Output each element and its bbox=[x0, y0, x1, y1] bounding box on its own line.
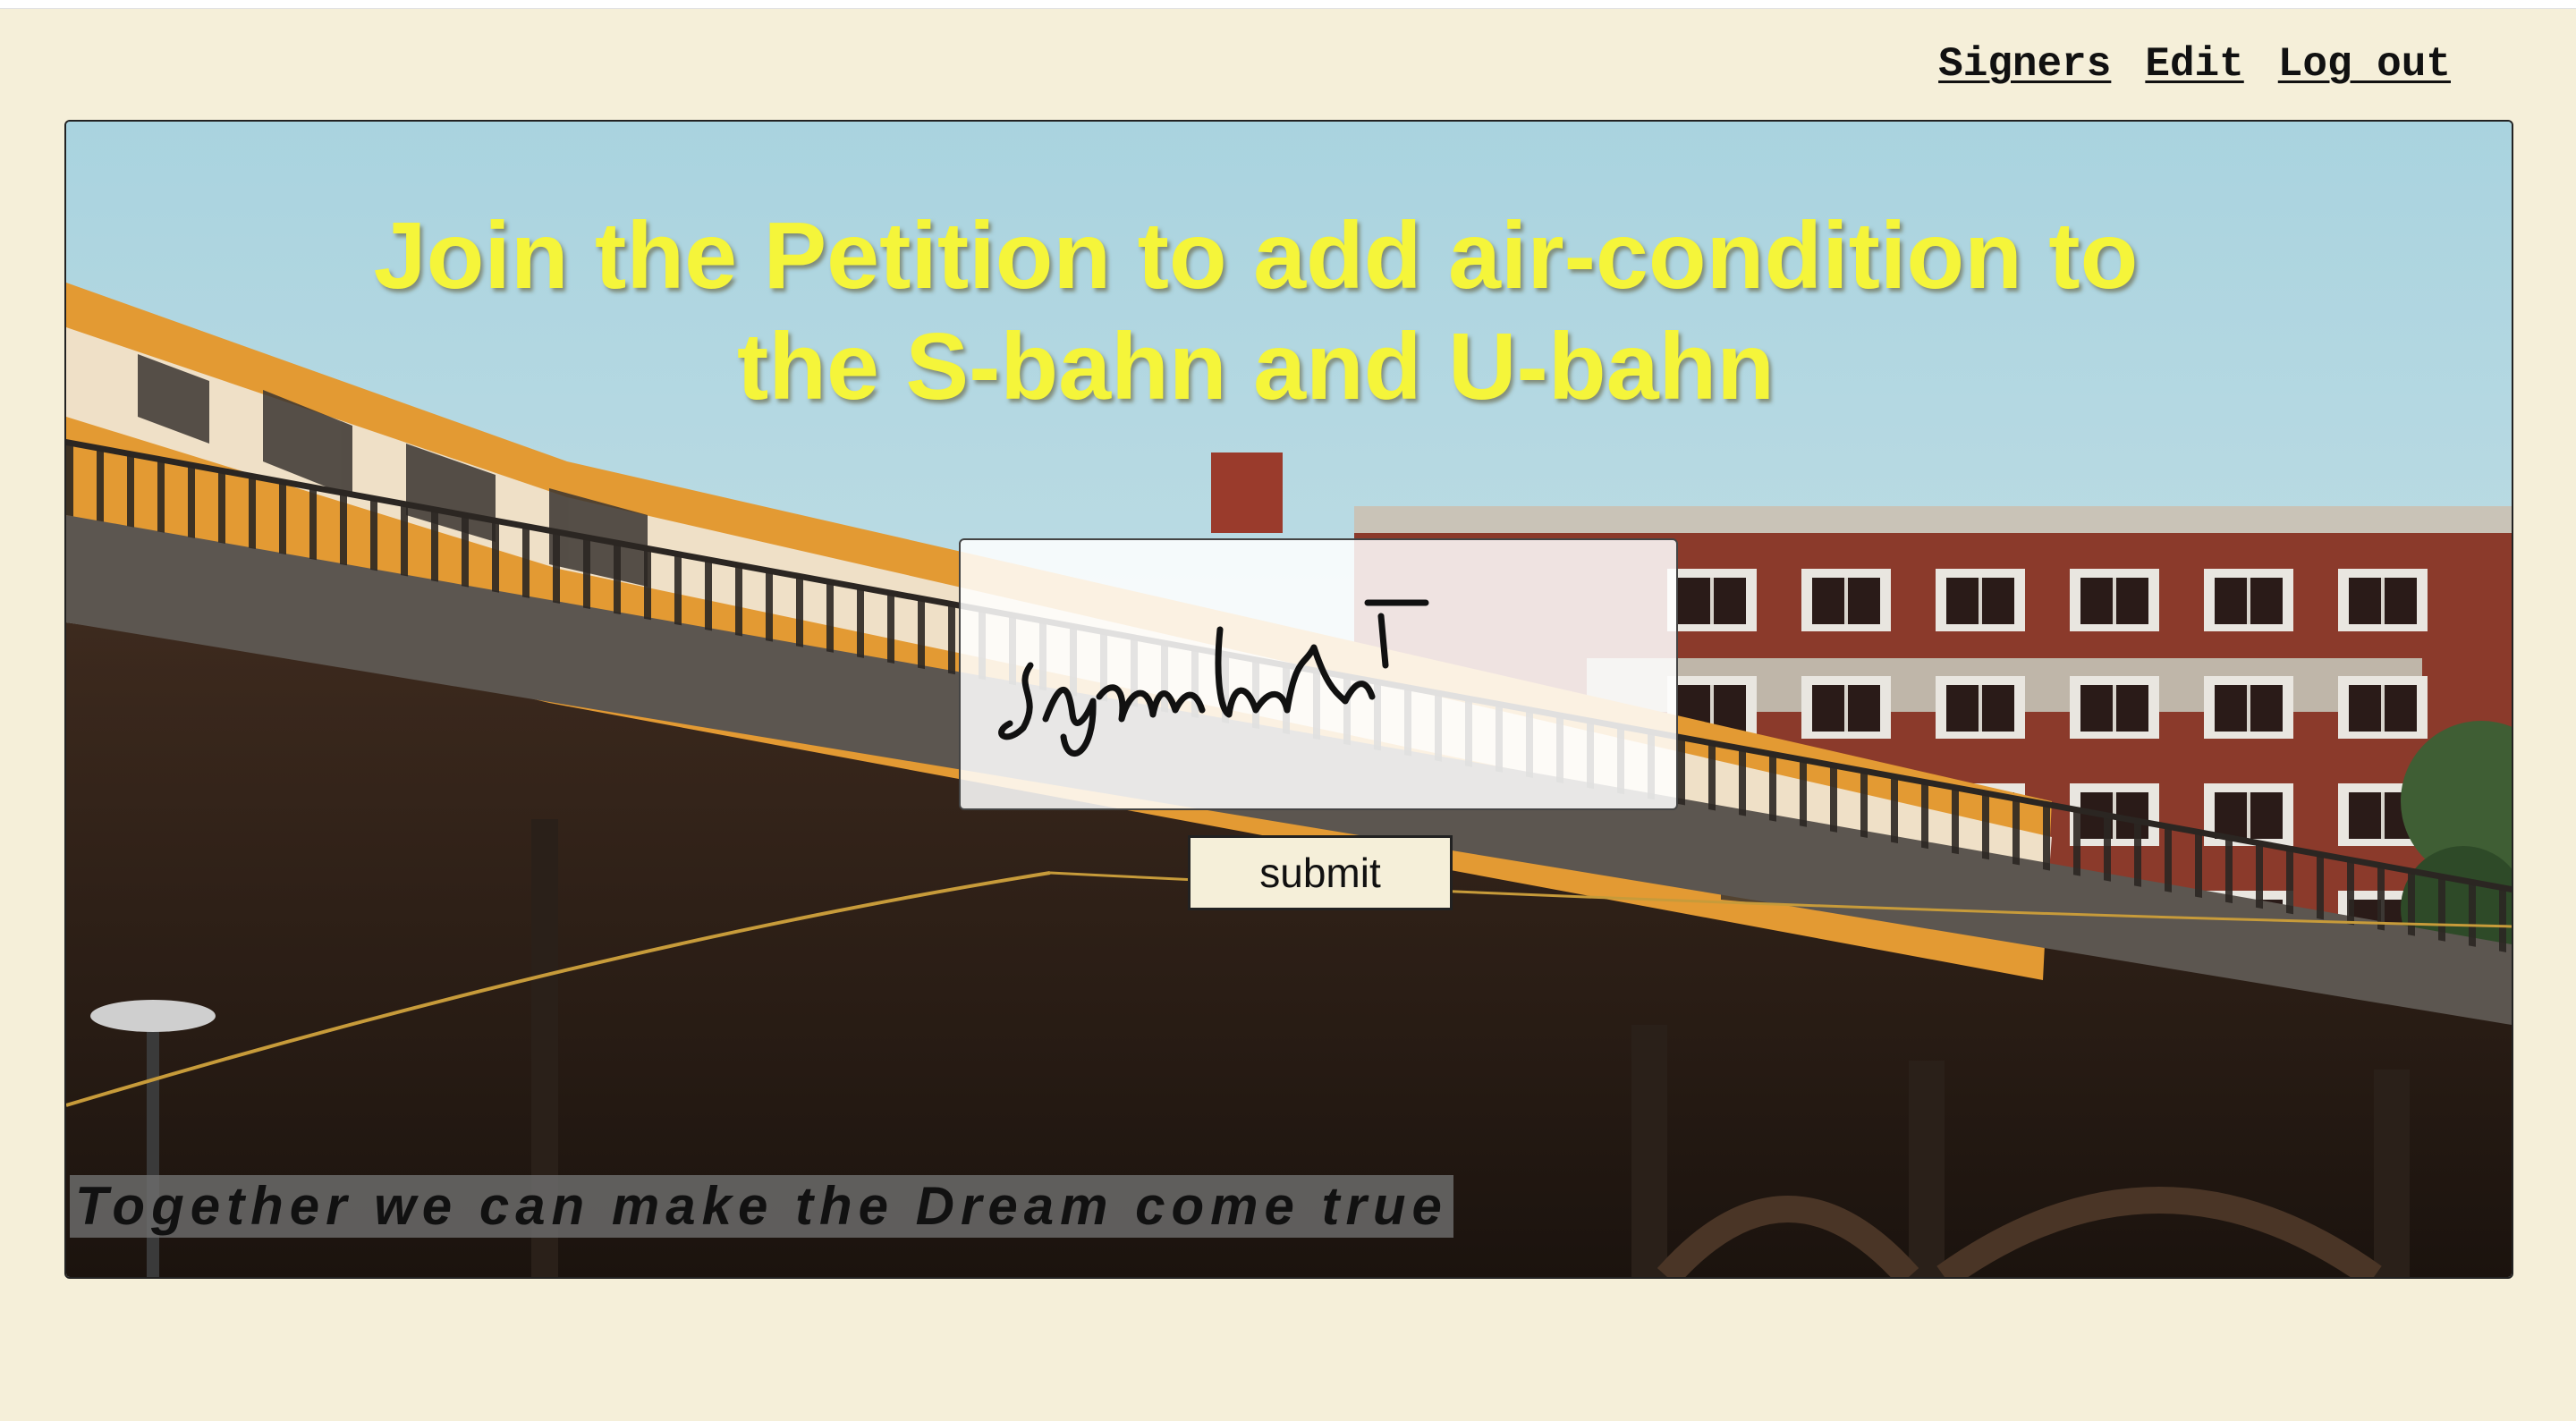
top-nav: Signers Edit Log out bbox=[1938, 41, 2451, 88]
browser-top-edge bbox=[0, 0, 2576, 9]
nav-link-signers[interactable]: Signers bbox=[1938, 41, 2111, 88]
petition-title: Join the Petition to add air-condition t… bbox=[373, 203, 2139, 419]
signature-stroke bbox=[998, 599, 1429, 757]
tagline: Together we can make the Dream come true bbox=[70, 1175, 1453, 1238]
nav-link-logout[interactable]: Log out bbox=[2278, 41, 2451, 88]
submit-button[interactable]: submit bbox=[1188, 835, 1453, 910]
nav-link-edit[interactable]: Edit bbox=[2145, 41, 2243, 88]
signature-canvas[interactable] bbox=[959, 538, 1678, 810]
petition-hero: Join the Petition to add air-condition t… bbox=[64, 120, 2513, 1279]
